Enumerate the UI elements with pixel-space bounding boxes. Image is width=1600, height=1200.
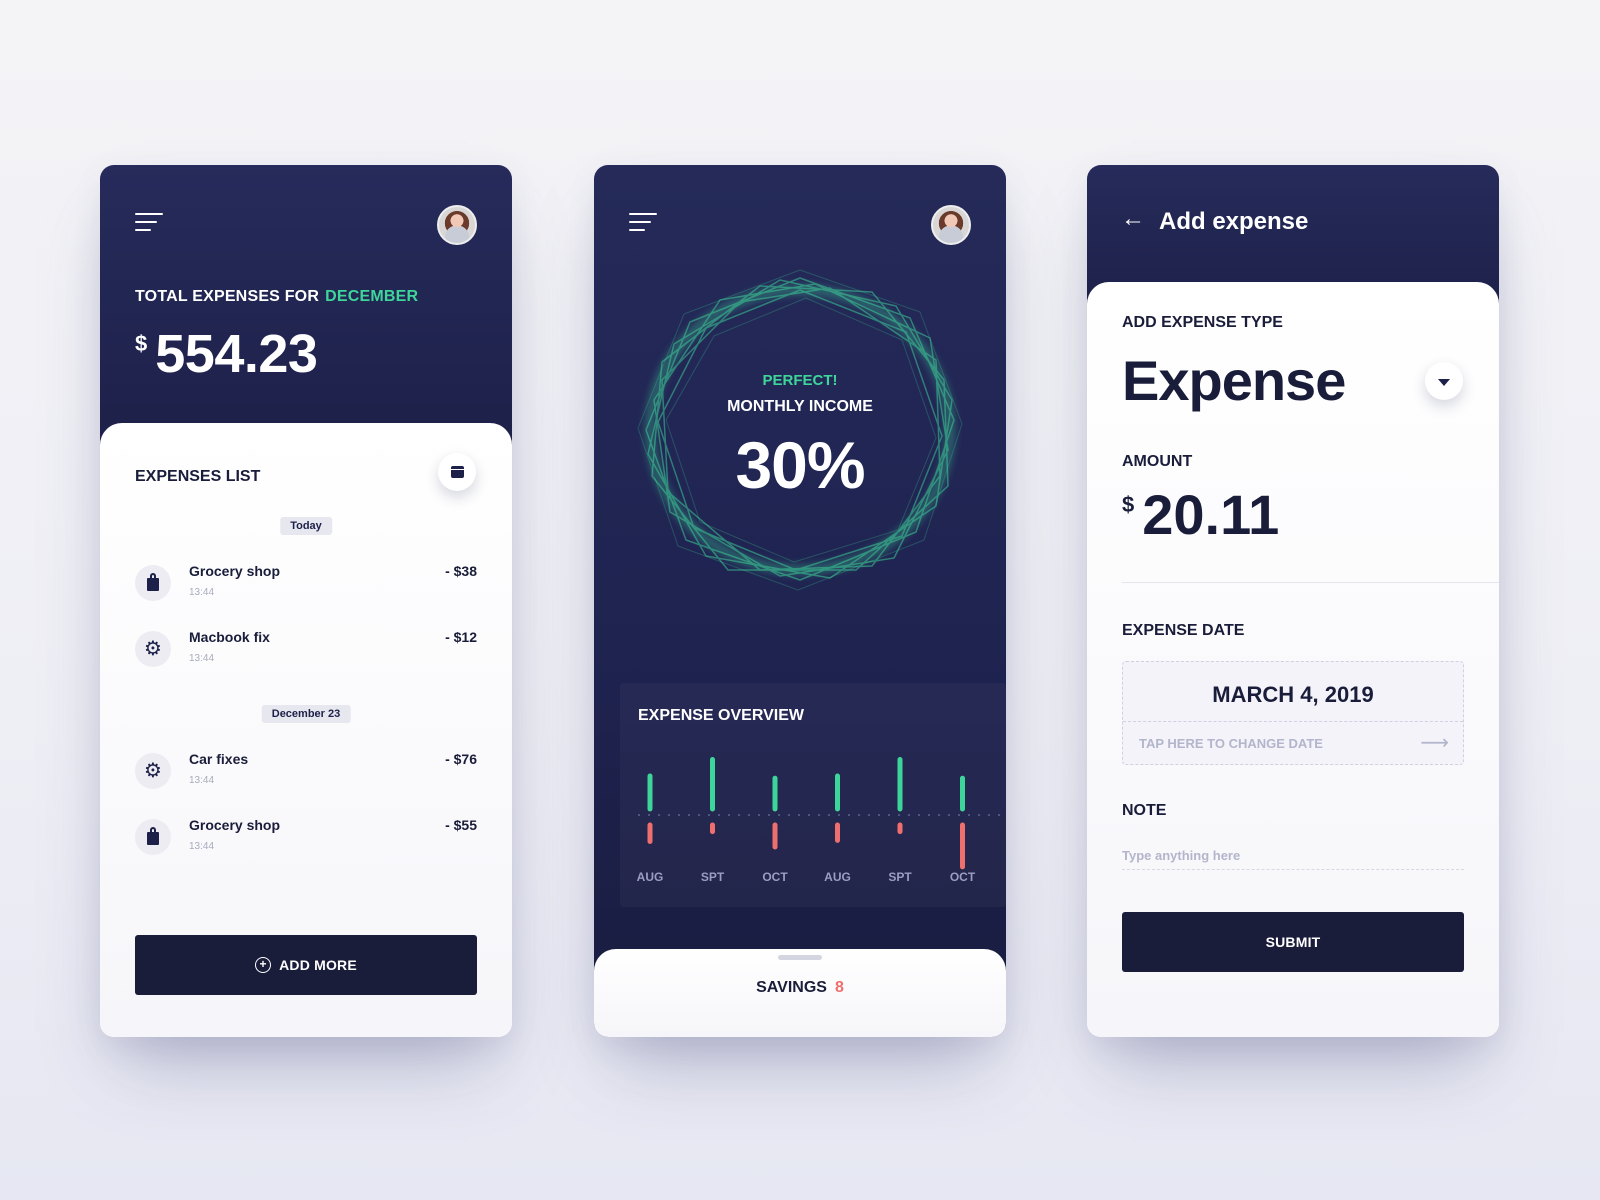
dropdown-button[interactable] xyxy=(1425,362,1463,400)
x-tick-label: OCT xyxy=(950,870,976,884)
total-label-text: TOTAL EXPENSES FOR xyxy=(135,288,320,305)
page-title: Add expense xyxy=(1159,208,1309,235)
list-item[interactable]: ⚙ Car fixes 13:44 - $76 xyxy=(135,751,477,797)
expense-overview-title: EXPENSE OVERVIEW xyxy=(638,707,804,724)
expenses-card: EXPENSES LIST Today Grocery shop 13:44 -… xyxy=(100,423,512,1037)
x-tick-label: SPT xyxy=(888,870,912,884)
month-label: DECEMBER xyxy=(325,288,419,305)
avatar[interactable] xyxy=(437,205,477,245)
amount-label: AMOUNT xyxy=(1122,453,1193,470)
chevron-down-icon xyxy=(1438,378,1450,386)
date-group-label: Today xyxy=(280,517,332,535)
divider xyxy=(1123,721,1463,722)
submit-button[interactable]: SUBMIT xyxy=(1122,912,1464,972)
note-label: NOTE xyxy=(1122,802,1167,819)
expenses-list-title: EXPENSES LIST xyxy=(135,468,261,485)
total-expenses-label: TOTAL EXPENSES FOR DECEMBER xyxy=(135,288,418,306)
list-item[interactable]: Grocery shop 13:44 - $38 xyxy=(135,563,477,609)
expense-type-label: ADD EXPENSE TYPE xyxy=(1122,314,1283,331)
metric-label: MONTHLY INCOME xyxy=(727,398,873,415)
expense-type-select[interactable]: Expense xyxy=(1122,348,1346,413)
add-expense-form: ADD EXPENSE TYPE Expense AMOUNT $20.11 E… xyxy=(1087,282,1499,1037)
x-tick-label: AUG xyxy=(824,870,851,884)
gear-icon: ⚙ xyxy=(135,631,171,667)
add-more-label: ADD MORE xyxy=(279,957,357,973)
gear-icon: ⚙ xyxy=(135,753,171,789)
add-expense-screen: ← Add expense ADD EXPENSE TYPE Expense A… xyxy=(1087,165,1499,1037)
status-label: PERFECT! xyxy=(762,372,838,389)
expense-overview-chart: AUG SPT OCT AUG SPT OCT xyxy=(637,757,1006,884)
expense-name: Grocery shop xyxy=(189,817,281,833)
date-picker[interactable]: MARCH 4, 2019 TAP HERE TO CHANGE DATE ⟶ xyxy=(1122,661,1464,765)
arrow-right-icon[interactable]: ⟶ xyxy=(1420,730,1449,755)
date-value: MARCH 4, 2019 xyxy=(1212,682,1374,707)
shopping-bag-icon xyxy=(135,565,171,601)
expense-name: Car fixes xyxy=(189,751,249,767)
amount-value: 20.11 xyxy=(1142,483,1280,546)
income-overview-screen: PERFECT! MONTHLY INCOME 30% EXPENSE OVER… xyxy=(594,165,1006,1037)
list-item[interactable]: ⚙ Macbook fix 13:44 - $12 xyxy=(135,629,477,675)
currency-symbol: $ xyxy=(135,331,148,356)
shopping-bag-icon xyxy=(135,819,171,855)
expense-date-label: EXPENSE DATE xyxy=(1122,622,1245,639)
expense-name: Macbook fix xyxy=(189,629,270,645)
expense-amount: - $76 xyxy=(445,751,477,767)
total-amount: $554.23 xyxy=(135,323,318,385)
submit-label: SUBMIT xyxy=(1265,934,1321,950)
x-tick-label: AUG xyxy=(637,870,664,884)
expense-amount: - $55 xyxy=(445,817,477,833)
expense-name: Grocery shop xyxy=(189,563,281,579)
expenses-list-screen: TOTAL EXPENSES FOR DECEMBER $554.23 EXPEN… xyxy=(100,165,512,1037)
expense-overview-card: EXPENSE OVERVIEW AUG SPT OCT AUG SPT OCT xyxy=(620,683,1006,907)
change-date-hint[interactable]: TAP HERE TO CHANGE DATE xyxy=(1139,736,1323,751)
avatar[interactable] xyxy=(931,205,971,245)
calendar-button[interactable] xyxy=(438,453,476,491)
savings-count: 8 xyxy=(834,979,844,996)
plus-circle-icon: + xyxy=(255,957,272,973)
expense-time: 13:44 xyxy=(189,587,215,598)
savings-sheet[interactable]: SAVINGS 8 xyxy=(594,949,1006,1037)
savings-row: SAVINGS 8 xyxy=(594,979,1006,997)
expense-time: 13:44 xyxy=(189,841,215,852)
income-percent: 30% xyxy=(735,428,865,502)
menu-icon[interactable] xyxy=(629,213,657,235)
expense-time: 13:44 xyxy=(189,775,215,786)
drag-handle[interactable] xyxy=(778,955,822,960)
expense-time: 13:44 xyxy=(189,653,215,664)
add-more-button[interactable]: + ADD MORE xyxy=(135,935,477,995)
calendar-icon xyxy=(450,466,464,478)
savings-label: SAVINGS xyxy=(756,979,827,996)
expense-amount: - $38 xyxy=(445,563,477,579)
menu-icon[interactable] xyxy=(135,213,163,235)
note-input[interactable] xyxy=(1122,842,1464,870)
amount-field[interactable]: $20.11 xyxy=(1122,482,1279,547)
x-tick-label: OCT xyxy=(762,870,788,884)
date-group-label: December 23 xyxy=(261,705,351,723)
x-tick-label: SPT xyxy=(701,870,725,884)
total-amount-value: 554.23 xyxy=(155,324,318,384)
back-arrow-icon[interactable]: ← xyxy=(1121,207,1145,231)
currency-symbol: $ xyxy=(1122,492,1135,517)
divider xyxy=(1122,582,1499,583)
expense-amount: - $12 xyxy=(445,629,477,645)
list-item[interactable]: Grocery shop 13:44 - $55 xyxy=(135,817,477,863)
header: TOTAL EXPENSES FOR DECEMBER $554.23 xyxy=(100,165,512,455)
